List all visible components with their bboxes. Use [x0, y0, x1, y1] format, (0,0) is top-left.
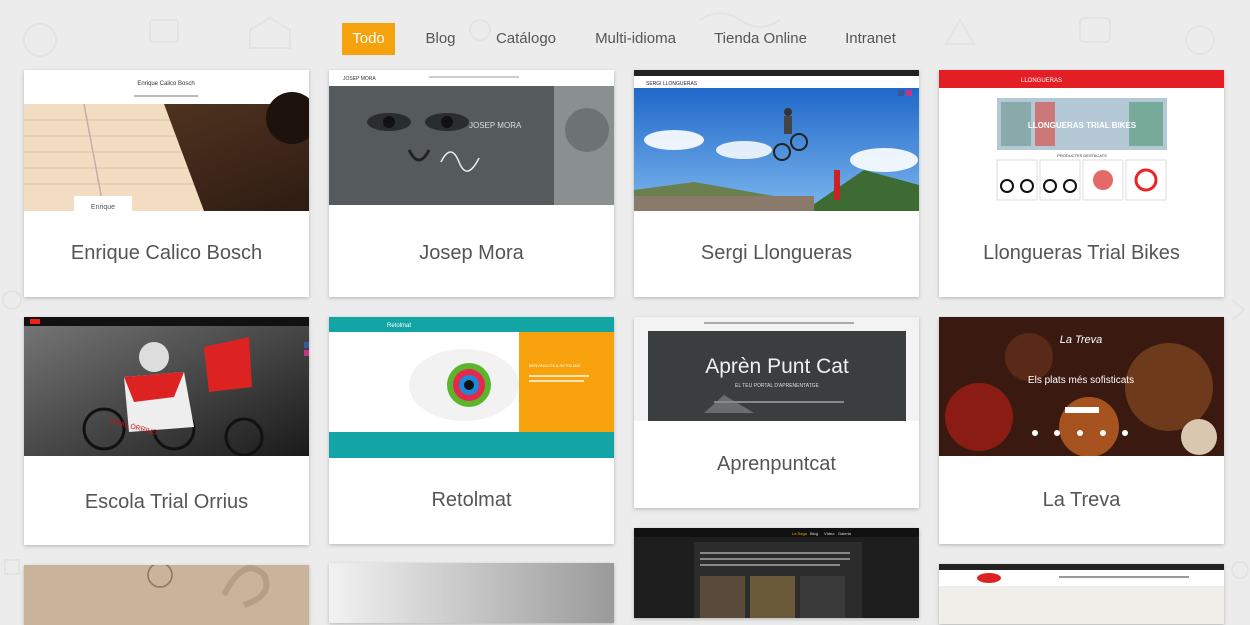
portfolio-card[interactable]: La Saga Blog Vídeo Galeria — [634, 528, 919, 618]
thumb-menu-item: Galeria — [838, 531, 852, 536]
card-thumbnail — [24, 565, 309, 625]
thumb-site-name: Enrique Calico Bosch — [137, 81, 194, 87]
filter-blog[interactable]: Blog — [418, 23, 463, 55]
portfolio-card[interactable]: TRIAL ÒRRIUS Escola Trial Orrius — [24, 317, 309, 545]
card-thumbnail: Retolmat BENVINGUTS A RETOLMAT — [329, 317, 614, 458]
thumb-logo: SERGI LLONGUERAS — [646, 81, 698, 87]
card-thumbnail: Enrique Calico Bosch Enrique — [24, 70, 309, 211]
portfolio-card[interactable]: JOSEP MORA JOSEP MORA Josep Mora — [329, 70, 614, 297]
thumb-menu-item: Blog — [810, 531, 818, 536]
portfolio-card[interactable] — [329, 563, 614, 623]
card-title: La Treva — [1042, 489, 1121, 511]
portfolio-card[interactable]: SERGI LLONGUERAS Sergi Llongueras — [634, 70, 919, 297]
thumb-logo: LLONGUERAS — [1021, 78, 1062, 84]
thumb-logo: La Treva — [1060, 334, 1103, 346]
thumb-heading: BENVINGUTS A RETOLMAT — [529, 363, 581, 368]
portfolio-card[interactable] — [24, 565, 309, 625]
filter-catalogo[interactable]: Catálogo — [489, 23, 563, 55]
thumb-headline: Els plats més sofisticats — [1028, 375, 1134, 386]
portfolio-card[interactable]: Retolmat BENVINGUTS A RETOLMAT Retolmat — [329, 317, 614, 544]
portfolio-card[interactable]: Enrique Calico Bosch Enrique Enrique Cal… — [24, 70, 309, 297]
card-thumbnail: JOSEP MORA JOSEP MORA — [329, 70, 614, 205]
thumb-banner: LLONGUERAS TRIAL BIKES — [1028, 121, 1137, 130]
card-title: Escola Trial Orrius — [84, 491, 249, 513]
filter-todo[interactable]: Todo — [342, 23, 395, 55]
card-thumbnail: LLONGUERAS LLONGUERAS TRIAL BIKES PRODUC… — [939, 70, 1224, 211]
thumb-subline: EL TEU PORTAL D'APRENENTATGE — [735, 383, 820, 389]
card-title: Retolmat — [431, 489, 512, 511]
filter-multi-idioma[interactable]: Multi-idioma — [588, 23, 683, 55]
thumb-headline: Aprèn Punt Cat — [705, 355, 849, 378]
portfolio-card[interactable]: LLONGUERAS LLONGUERAS TRIAL BIKES PRODUC… — [939, 70, 1224, 297]
card-thumbnail: Aprèn Punt Cat EL TEU PORTAL D'APRENENTA… — [634, 317, 919, 421]
thumb-menu-item: La Saga — [792, 531, 808, 536]
thumb-menu-item: Vídeo — [824, 531, 835, 536]
filter-intranet[interactable]: Intranet — [838, 23, 903, 55]
filter-tienda-online[interactable]: Tienda Online — [708, 23, 813, 55]
portfolio-card[interactable]: La Treva Els plats més sofisticats La Tr… — [939, 317, 1224, 544]
thumb-overlay-text: Enrique — [91, 204, 115, 211]
portfolio-card[interactable]: Aprèn Punt Cat EL TEU PORTAL D'APRENENTA… — [634, 317, 919, 508]
card-thumbnail: TRIAL ÒRRIUS — [24, 317, 309, 456]
portfolio-card[interactable] — [939, 564, 1224, 624]
portfolio-filter-bar: Todo Blog Catálogo Multi-idioma Tienda O… — [0, 23, 1250, 55]
thumb-overlay-text: JOSEP MORA — [469, 121, 522, 130]
thumb-logo: Retolmat — [387, 323, 411, 329]
card-title: Llongueras Trial Bikes — [983, 242, 1180, 264]
thumb-logo: JOSEP MORA — [343, 76, 376, 82]
card-thumbnail: La Treva Els plats més sofisticats — [939, 317, 1224, 456]
card-thumbnail — [939, 564, 1224, 624]
card-thumbnail — [329, 563, 614, 623]
card-title: Enrique Calico Bosch — [70, 242, 263, 264]
card-title: Josep Mora — [419, 242, 524, 264]
card-title: Sergi Llongueras — [700, 242, 853, 264]
thumb-section: PRODUCTES DESTACATS — [1057, 153, 1107, 158]
card-thumbnail: La Saga Blog Vídeo Galeria — [634, 528, 919, 618]
card-thumbnail: SERGI LLONGUERAS — [634, 70, 919, 211]
card-title: Aprenpuntcat — [717, 453, 836, 475]
